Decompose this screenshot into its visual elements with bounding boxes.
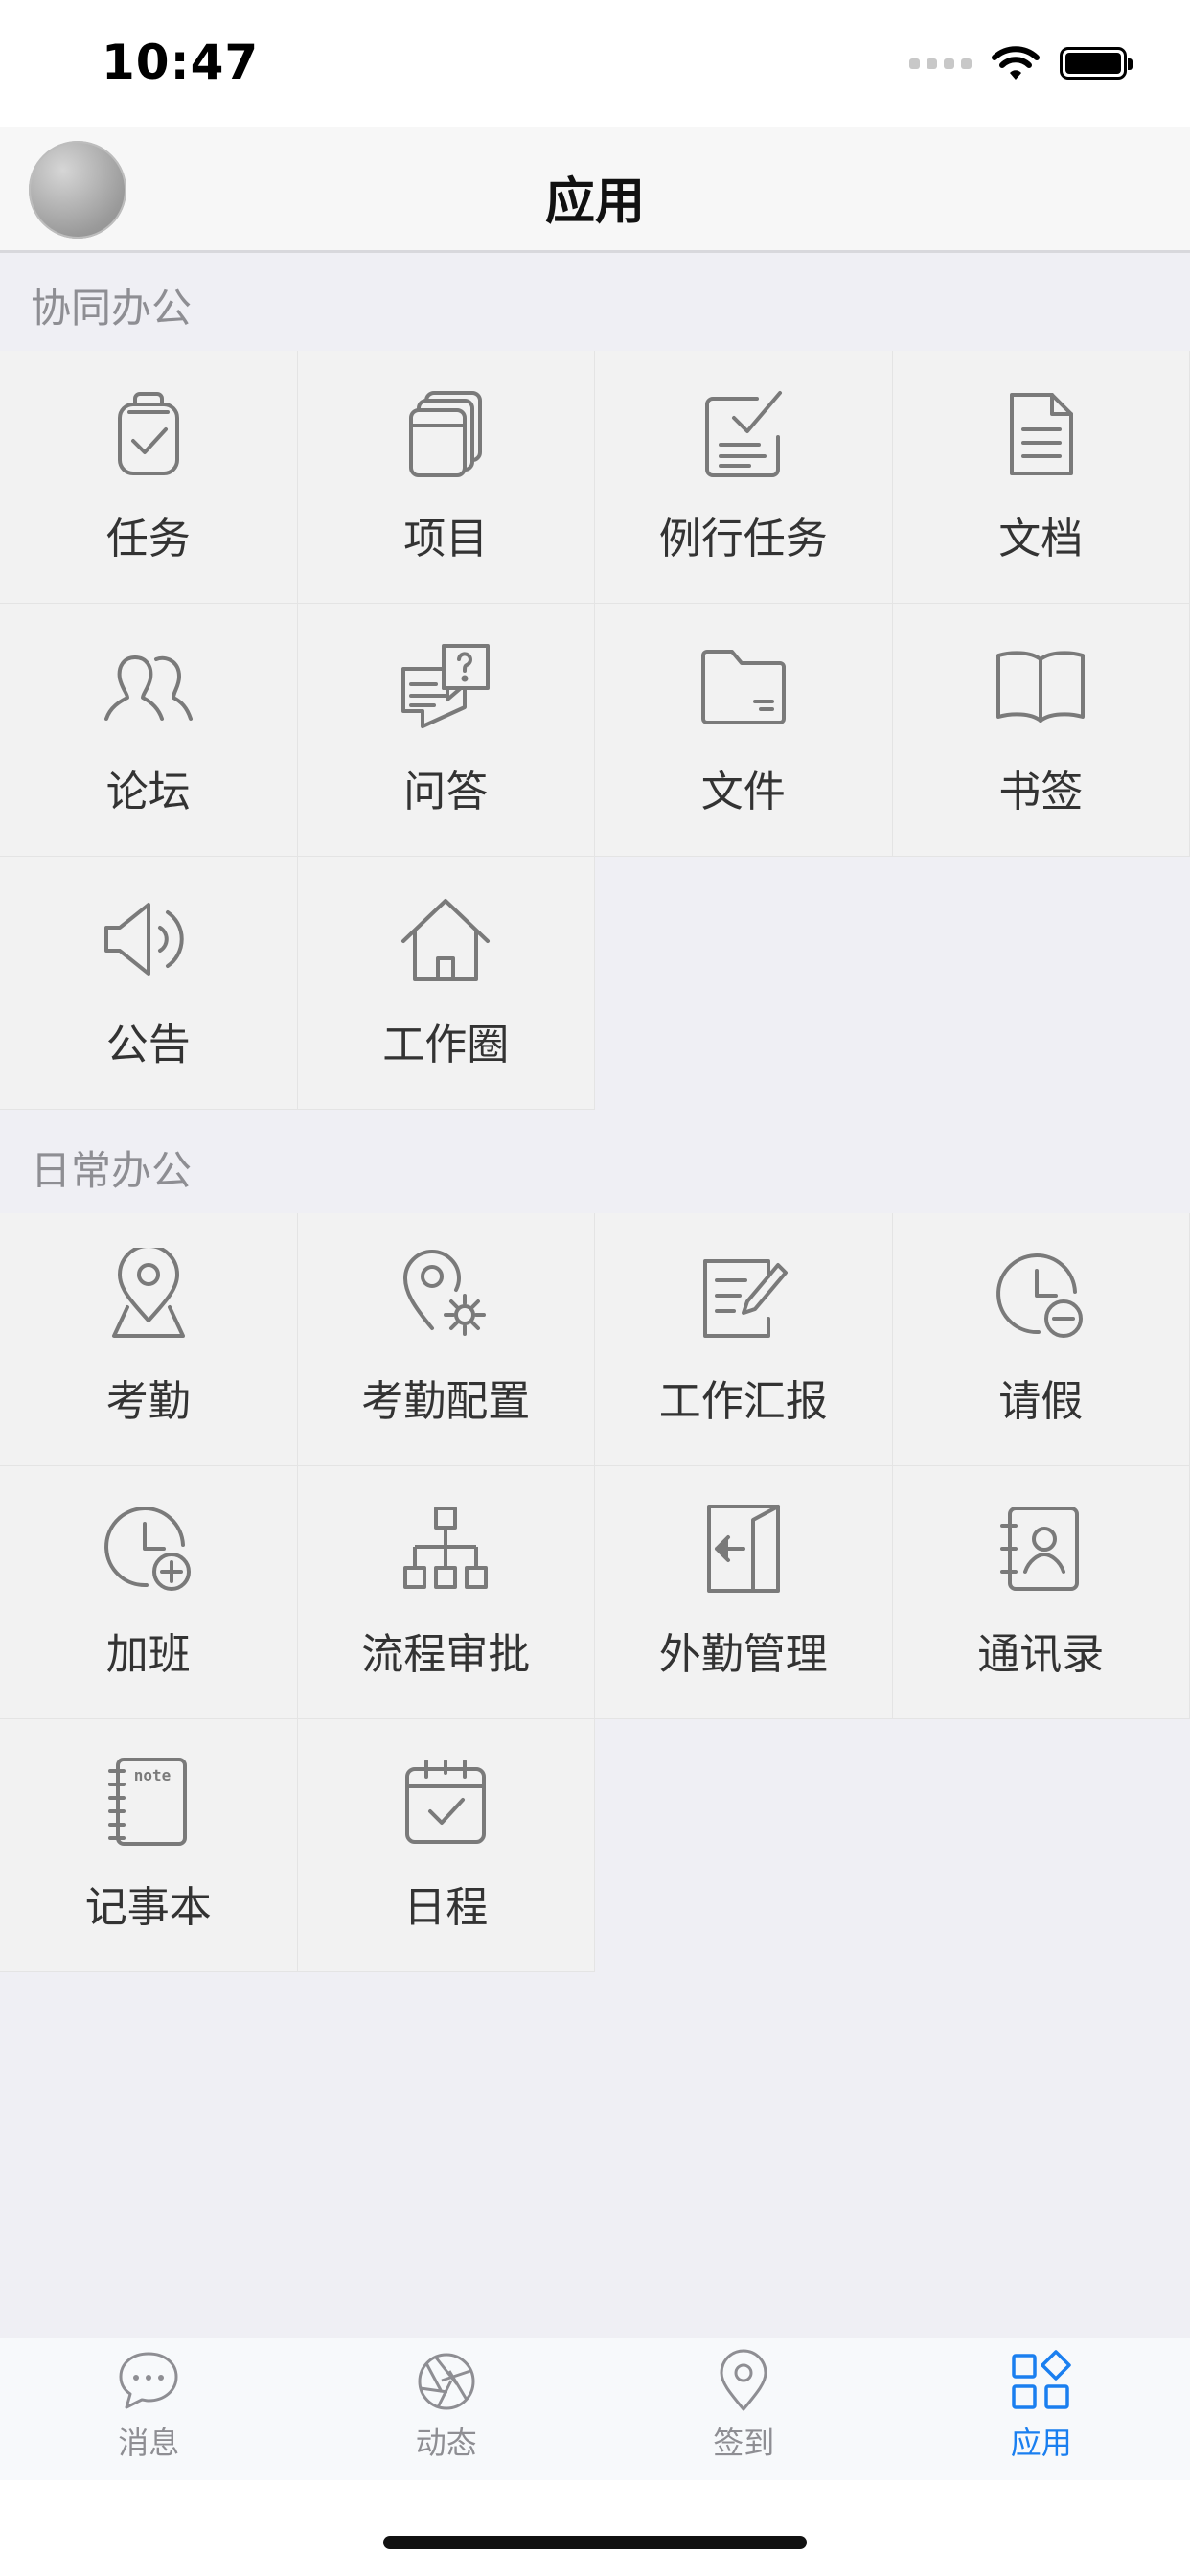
app-tile-task[interactable]: 任务	[0, 351, 298, 604]
cellular-signal-icon	[909, 58, 972, 69]
app-label: 流程审批	[361, 1630, 531, 1679]
app-tile-attendance-config[interactable]: 考勤配置	[297, 1213, 595, 1466]
speaker-icon	[101, 891, 196, 987]
map-pin-icon	[101, 1244, 196, 1344]
pin-settings-icon	[398, 1248, 493, 1344]
folder-icon	[696, 638, 791, 734]
app-label: 日程	[403, 1883, 489, 1932]
tab-activity[interactable]: 动态	[298, 2338, 596, 2480]
app-tile-field-management[interactable]: 外勤管理	[595, 1466, 893, 1719]
app-tile-attendance[interactable]: 考勤	[0, 1213, 298, 1466]
app-label: 书签	[998, 768, 1084, 816]
location-pin-icon	[710, 2348, 777, 2415]
app-tile-leave[interactable]: 请假	[892, 1213, 1190, 1466]
exit-door-icon	[696, 1501, 791, 1597]
app-tile-work-report[interactable]: 工作汇报	[595, 1213, 893, 1466]
section-header-daily-office: 日常办公	[0, 1116, 1190, 1211]
app-screen: 10:47 应用 协同办公 任务 项目 例行任务 文档 论坛 问答 文件 书签 …	[0, 0, 1190, 2576]
daily-office-app-grid: 考勤 考勤配置 工作汇报 请假 加班 流程审批 外勤管理 通讯录 note 记事…	[0, 1213, 1190, 1972]
navigation-bar: 应用	[0, 126, 1190, 253]
app-label: 工作圈	[382, 1021, 510, 1070]
empty-cell	[595, 1719, 893, 1972]
calendar-check-icon	[398, 1754, 493, 1850]
collaboration-app-grid: 任务 项目 例行任务 文档 论坛 问答 文件 书签 公告 工作圈	[0, 351, 1190, 1110]
app-label: 例行任务	[658, 515, 828, 564]
app-label: 公告	[105, 1021, 191, 1070]
app-tile-forum[interactable]: 论坛	[0, 604, 298, 857]
org-chart-icon	[398, 1501, 493, 1597]
section-title: 协同办公	[31, 285, 193, 332]
app-tile-workflow-approval[interactable]: 流程审批	[297, 1466, 595, 1719]
tab-label: 消息	[118, 2425, 180, 2461]
app-label: 问答	[403, 768, 489, 816]
clock-plus-icon	[101, 1501, 196, 1597]
aperture-icon	[413, 2348, 480, 2415]
app-label: 记事本	[84, 1883, 212, 1932]
apps-grid-icon	[1008, 2348, 1075, 2415]
app-tile-routine-task[interactable]: 例行任务	[595, 351, 893, 604]
app-label: 请假	[998, 1377, 1084, 1426]
open-book-icon	[993, 638, 1088, 734]
tab-bar: 消息 动态 签到 应用	[0, 2338, 1190, 2480]
app-label: 项目	[403, 515, 489, 564]
section-header-collaboration: 协同办公	[0, 253, 1190, 349]
status-bar: 10:47	[0, 0, 1190, 126]
status-indicators	[909, 44, 1133, 82]
app-label: 外勤管理	[658, 1630, 828, 1679]
home-indicator[interactable]	[383, 2536, 807, 2549]
empty-cell	[893, 1719, 1190, 1972]
app-tile-work-circle[interactable]: 工作圈	[297, 857, 595, 1110]
tab-check-in[interactable]: 签到	[595, 2338, 893, 2480]
tab-label: 动态	[415, 2425, 477, 2461]
app-label: 论坛	[105, 768, 191, 816]
chat-bubble-icon	[115, 2348, 182, 2415]
section-title: 日常办公	[31, 1147, 193, 1194]
tab-messages[interactable]: 消息	[0, 2338, 298, 2480]
page-title: 应用	[544, 173, 645, 231]
app-tile-contacts[interactable]: 通讯录	[892, 1466, 1190, 1719]
app-tile-file[interactable]: 文件	[595, 604, 893, 857]
app-tile-qa[interactable]: 问答	[297, 604, 595, 857]
app-label: 加班	[105, 1630, 191, 1679]
empty-cell	[893, 857, 1190, 1110]
wifi-icon	[992, 46, 1040, 80]
home-icon	[398, 891, 493, 987]
question-message-icon	[398, 638, 493, 734]
document-icon	[993, 385, 1088, 481]
contacts-icon	[993, 1501, 1088, 1597]
app-label: 任务	[105, 515, 191, 564]
two-people-icon	[101, 638, 196, 734]
routine-checklist-icon	[696, 385, 791, 481]
tab-apps[interactable]: 应用	[893, 2338, 1190, 2480]
tab-label: 应用	[1010, 2425, 1072, 2461]
battery-icon	[1060, 47, 1133, 80]
app-tile-project[interactable]: 项目	[297, 351, 595, 604]
edit-document-icon	[696, 1248, 791, 1344]
clipboard-check-icon	[101, 385, 196, 481]
empty-cell	[595, 857, 893, 1110]
app-label: 工作汇报	[658, 1377, 828, 1426]
app-label: 考勤	[105, 1377, 191, 1426]
app-label: 文档	[998, 515, 1084, 564]
app-label: 考勤配置	[361, 1377, 531, 1426]
notebook-icon: note	[101, 1754, 196, 1850]
status-time: 10:47	[102, 34, 260, 90]
app-tile-notebook[interactable]: note 记事本	[0, 1719, 298, 1972]
app-label: 文件	[700, 768, 786, 816]
app-tile-schedule[interactable]: 日程	[297, 1719, 595, 1972]
notebook-icon-text: note	[133, 1766, 171, 1784]
app-tile-document[interactable]: 文档	[892, 351, 1190, 604]
app-label: 通讯录	[977, 1630, 1105, 1679]
app-tile-overtime[interactable]: 加班	[0, 1466, 298, 1719]
app-tile-bookmark[interactable]: 书签	[892, 604, 1190, 857]
tab-label: 签到	[713, 2425, 775, 2461]
stacked-cards-icon	[398, 385, 493, 481]
clock-minus-icon	[993, 1248, 1088, 1344]
app-tile-announcement[interactable]: 公告	[0, 857, 298, 1110]
home-indicator-area	[0, 2480, 1190, 2576]
